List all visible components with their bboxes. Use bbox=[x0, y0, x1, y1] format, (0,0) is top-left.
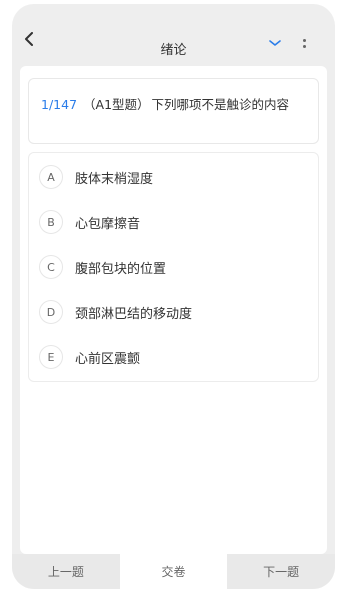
option-text: 心包摩擦音 bbox=[75, 216, 141, 232]
app-screen: 绪论 1/147 （A1型题） 下列哪项不是触诊的内容 A 肢体末梢湿度 B 心包摩… bbox=[12, 4, 335, 589]
submit-exam-button[interactable]: 交卷 bbox=[119, 554, 228, 589]
top-bar: 绪论 bbox=[12, 4, 335, 66]
option-text: 腹部包块的位置 bbox=[75, 261, 167, 277]
next-question-button[interactable]: 下一题 bbox=[227, 554, 335, 589]
bottom-bar: 上一题 交卷 下一题 bbox=[12, 554, 335, 589]
question-type: （A1型题） bbox=[83, 97, 150, 112]
option-letter: E bbox=[39, 345, 63, 369]
option-a[interactable]: A 肢体末梢湿度 bbox=[29, 159, 318, 195]
option-letter: B bbox=[39, 210, 63, 234]
option-e[interactable]: E 心前区震颤 bbox=[29, 339, 318, 375]
page-title: 绪论 bbox=[160, 43, 187, 58]
option-d[interactable]: D 颈部淋巴结的移动度 bbox=[29, 294, 318, 330]
option-c[interactable]: C 腹部包块的位置 bbox=[29, 249, 318, 285]
option-text: 心前区震颤 bbox=[75, 351, 141, 367]
more-icon[interactable] bbox=[299, 34, 309, 52]
option-text: 颈部淋巴结的移动度 bbox=[75, 306, 193, 322]
prev-question-button[interactable]: 上一题 bbox=[12, 554, 120, 589]
options-list: A 肢体末梢湿度 B 心包摩擦音 C 腹部包块的位置 D 颈部淋巴结的移动度 E… bbox=[28, 152, 319, 382]
question-card: 1/147 （A1型题） 下列哪项不是触诊的内容 bbox=[28, 78, 319, 144]
option-letter: C bbox=[39, 255, 63, 279]
option-letter: D bbox=[39, 300, 63, 324]
question-panel: 1/147 （A1型题） 下列哪项不是触诊的内容 A 肢体末梢湿度 B 心包摩擦音 … bbox=[20, 66, 327, 554]
chevron-down-icon[interactable] bbox=[267, 38, 283, 48]
option-b[interactable]: B 心包摩擦音 bbox=[29, 204, 318, 240]
question-index: 1/147 bbox=[41, 97, 78, 112]
option-text: 肢体末梢湿度 bbox=[75, 171, 154, 187]
option-letter: A bbox=[39, 165, 63, 189]
question-text: 下列哪项不是触诊的内容 bbox=[151, 97, 290, 112]
